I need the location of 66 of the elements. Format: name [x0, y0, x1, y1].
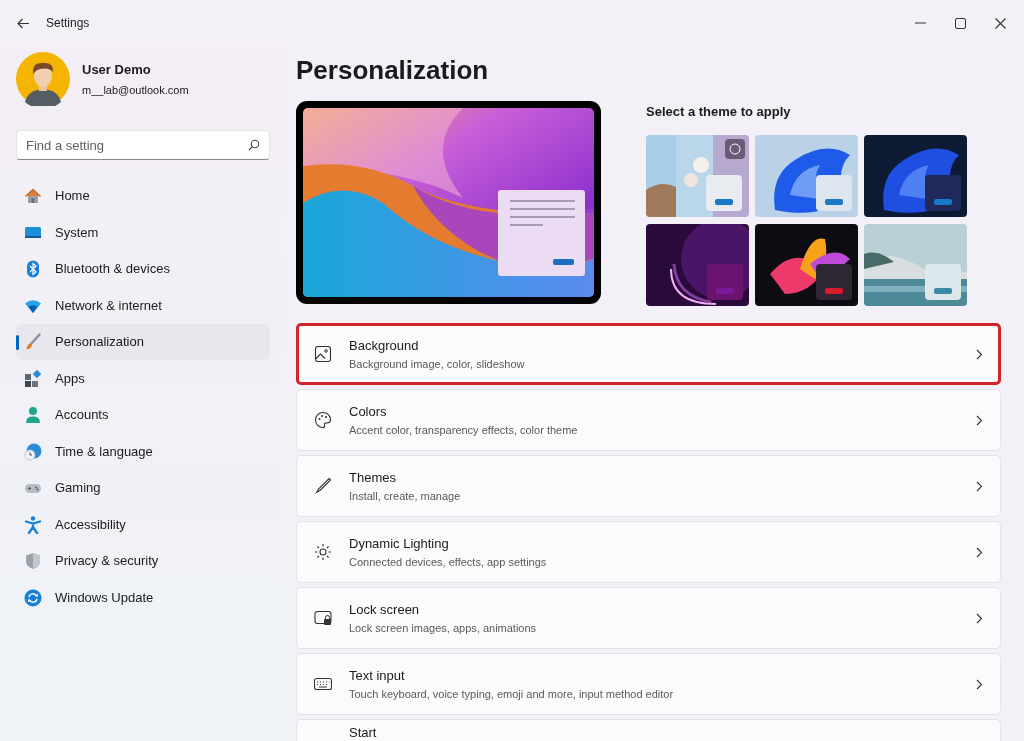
- avatar-icon: [16, 52, 70, 106]
- card-subtitle: Connected devices, effects, app settings: [349, 555, 548, 570]
- nav-item[interactable]: Privacy & security: [16, 543, 270, 579]
- card-subtitle: Accent color, transparency effects, color theme: [349, 423, 579, 438]
- apps-icon: [24, 369, 42, 388]
- search-icon: [248, 139, 260, 151]
- globe-clock-icon: [24, 442, 42, 461]
- sync-icon: [24, 588, 42, 607]
- card-title: Themes: [349, 468, 397, 487]
- picture-frame-icon: [314, 345, 332, 363]
- nav-item[interactable]: Home: [16, 178, 270, 214]
- nav-item[interactable]: Windows Update: [16, 579, 270, 616]
- shield-icon: [24, 552, 42, 570]
- maximize-icon: [954, 17, 966, 29]
- user-name: User Demo: [82, 61, 152, 79]
- selection-indicator: [16, 335, 19, 350]
- nav-item[interactable]: Apps: [16, 360, 270, 397]
- bluetooth-icon: [24, 260, 42, 278]
- chevron-icon: [976, 546, 983, 558]
- settings-card[interactable]: Colors Accent color, transparency effects, color theme: [296, 389, 1001, 451]
- accessibility-icon: [24, 515, 42, 534]
- palette-icon: [314, 411, 332, 429]
- house-icon: [24, 187, 42, 205]
- nav-item[interactable]: Bluetooth & devices: [16, 251, 270, 287]
- nav-item[interactable]: Network & internet: [16, 287, 270, 324]
- nav-item[interactable]: Gaming: [16, 470, 270, 506]
- card-subtitle: Background image, color, slideshow: [349, 357, 526, 372]
- card-title: Dynamic Lighting: [349, 534, 450, 553]
- lock-screen-icon: [314, 609, 332, 627]
- settings-card[interactable]: Background Background image, color, slideshow: [296, 323, 1001, 385]
- card-title: Colors: [349, 402, 388, 421]
- back-icon: [16, 17, 30, 29]
- card-title: Lock screen: [349, 600, 421, 619]
- settings-card[interactable]: Start: [296, 719, 1001, 741]
- person-icon: [24, 406, 42, 424]
- keyboard-icon: [314, 675, 332, 693]
- chevron-icon: [976, 414, 983, 426]
- chevron-icon: [976, 678, 983, 690]
- close-icon: [994, 17, 1006, 29]
- nav-item[interactable]: Time & language: [16, 433, 270, 470]
- settings-card[interactable]: Dynamic Lighting Connected devices, effects, app settings: [296, 521, 1001, 583]
- page-title: Personalization: [296, 54, 490, 87]
- nav-item[interactable]: Personalization: [16, 324, 270, 360]
- card-title: Background: [349, 336, 420, 355]
- nav-item[interactable]: System: [16, 214, 270, 251]
- chevron-icon: [976, 348, 983, 360]
- chevron-icon: [976, 480, 983, 492]
- settings-card[interactable]: Lock screen Lock screen images, apps, animations: [296, 587, 1001, 649]
- chevron-icon: [976, 612, 983, 624]
- card-subtitle: Install, create, manage: [349, 489, 462, 504]
- nav-item[interactable]: Accounts: [16, 397, 270, 433]
- light-icon: [314, 543, 332, 561]
- paintbrush-icon: [24, 333, 42, 351]
- card-title: Start: [349, 724, 378, 741]
- card-subtitle: Touch keyboard, voice typing, emoji and more, input method editor: [349, 687, 675, 702]
- window-title: Settings: [46, 15, 90, 32]
- minimize-icon: [914, 22, 926, 24]
- settings-card[interactable]: Themes Install, create, manage: [296, 455, 1001, 517]
- user-email: m__lab@outlook.com: [82, 82, 189, 98]
- card-subtitle: Lock screen images, apps, animations: [349, 621, 538, 636]
- search-field[interactable]: Find a setting: [16, 130, 270, 160]
- settings-card[interactable]: Text input Touch keyboard, voice typing, emoji and more, input method editor: [296, 653, 1001, 715]
- pen-icon: [314, 477, 332, 495]
- theme-heading: Select a theme to apply: [646, 103, 792, 121]
- nav-item[interactable]: Accessibility: [16, 506, 270, 543]
- card-title: Text input: [349, 666, 406, 685]
